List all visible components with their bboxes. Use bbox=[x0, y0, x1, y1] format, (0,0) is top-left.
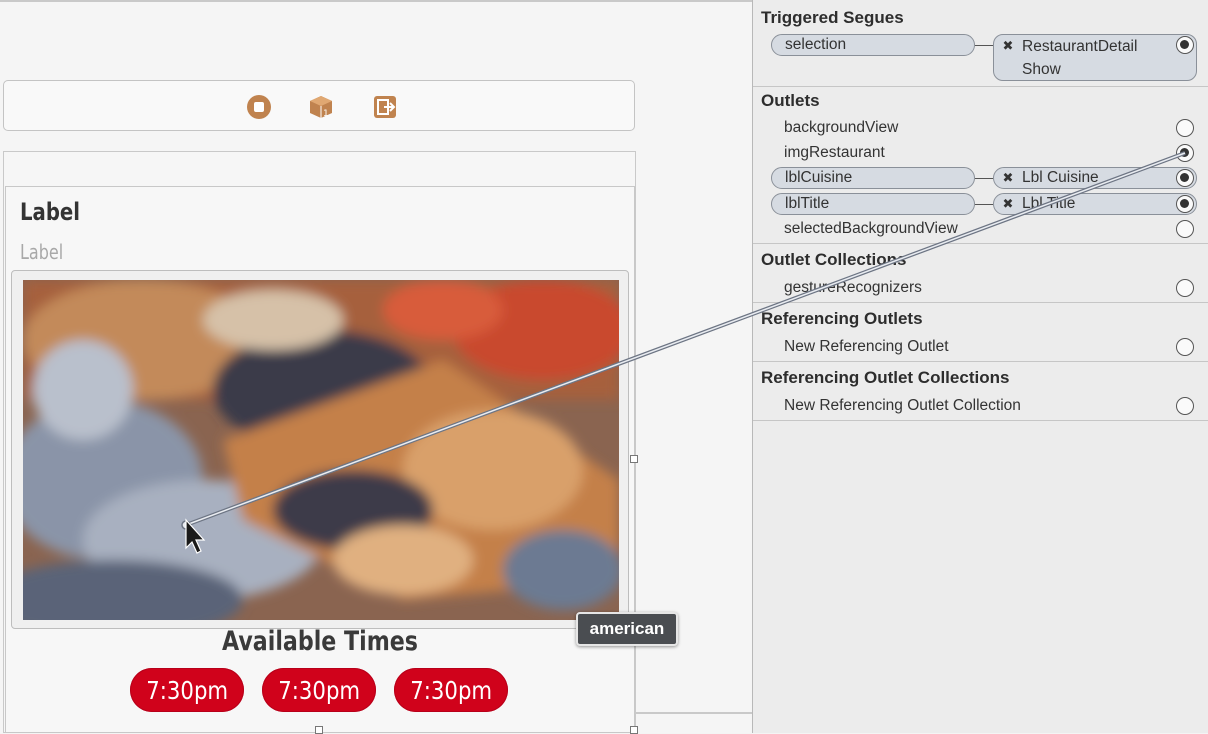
available-times-label[interactable]: Available Times bbox=[58, 626, 583, 657]
outlet-connector bbox=[975, 178, 993, 179]
canvas-edge bbox=[636, 712, 752, 714]
section-divider bbox=[753, 420, 1208, 421]
new-referencing-outlet-circle[interactable] bbox=[1176, 338, 1194, 356]
connections-inspector: Triggered Segues selection ✖ RestaurantD… bbox=[752, 0, 1208, 733]
outlet-lbl-title-pill[interactable]: lblTitle bbox=[771, 193, 975, 215]
section-title-referencing-outlet-collections: Referencing Outlet Collections bbox=[761, 368, 1010, 387]
section-title-triggered-segues: Triggered Segues bbox=[761, 8, 904, 27]
segue-connector bbox=[975, 45, 993, 46]
restaurant-image[interactable] bbox=[23, 280, 619, 620]
outlet-lbl-cuisine-pill[interactable]: lblCuisine bbox=[771, 167, 975, 189]
outlet-lbl-title-target[interactable]: ✖ Lbl Title bbox=[993, 193, 1197, 215]
section-divider bbox=[753, 243, 1208, 244]
cuisine-tooltip: american bbox=[576, 612, 678, 646]
section-divider bbox=[753, 302, 1208, 303]
resize-handle-right[interactable] bbox=[630, 455, 638, 463]
new-referencing-outlet-collection-circle[interactable] bbox=[1176, 397, 1194, 415]
new-referencing-outlet: New Referencing Outlet bbox=[784, 338, 949, 355]
time-button-2[interactable]: 7:30pm bbox=[262, 668, 376, 712]
outlet-lbl-cuisine-circle[interactable] bbox=[1176, 169, 1194, 187]
segue-target-pill[interactable]: ✖ RestaurantDetail Show bbox=[993, 34, 1197, 81]
scene-dock: 1 bbox=[3, 80, 635, 131]
exit-icon[interactable] bbox=[372, 94, 398, 120]
disconnect-icon[interactable]: ✖ bbox=[994, 196, 1022, 212]
outlet-background-view: backgroundView bbox=[784, 119, 899, 136]
outlet-lbl-title-circle[interactable] bbox=[1176, 195, 1194, 213]
outlet-selected-background-view: selectedBackgroundView bbox=[784, 220, 958, 237]
outlet-lbl-cuisine-target[interactable]: ✖ Lbl Cuisine bbox=[993, 167, 1197, 189]
outlet-selected-background-view-circle[interactable] bbox=[1176, 220, 1194, 238]
section-title-outlets: Outlets bbox=[761, 91, 820, 110]
stop-icon[interactable] bbox=[246, 94, 272, 120]
section-title-outlet-collections: Outlet Collections bbox=[761, 250, 907, 269]
disconnect-icon[interactable]: ✖ bbox=[994, 35, 1022, 54]
new-referencing-outlet-collection: New Referencing Outlet Collection bbox=[784, 397, 1021, 414]
segue-connection-circle[interactable] bbox=[1176, 36, 1194, 54]
svg-text:1: 1 bbox=[323, 109, 329, 119]
time-button-1[interactable]: 7:30pm bbox=[130, 668, 244, 712]
time-button-3[interactable]: 7:30pm bbox=[394, 668, 508, 712]
section-title-referencing-outlets: Referencing Outlets bbox=[761, 309, 923, 328]
outlet-img-restaurant-circle[interactable] bbox=[1176, 144, 1194, 162]
outlet-connector bbox=[975, 204, 993, 205]
outlet-collection-gesture-recognizers: gestureRecognizers bbox=[784, 279, 922, 296]
outlet-background-view-circle[interactable] bbox=[1176, 119, 1194, 137]
segue-source-pill[interactable]: selection bbox=[771, 34, 975, 56]
cuisine-label[interactable]: Label bbox=[20, 240, 63, 264]
gesture-recognizers-circle[interactable] bbox=[1176, 279, 1194, 297]
disconnect-icon[interactable]: ✖ bbox=[994, 170, 1022, 186]
section-divider bbox=[753, 86, 1208, 87]
section-divider bbox=[753, 361, 1208, 362]
title-label[interactable]: Label bbox=[20, 198, 80, 226]
outlet-img-restaurant: imgRestaurant bbox=[784, 144, 885, 161]
cube-icon[interactable]: 1 bbox=[308, 94, 334, 120]
